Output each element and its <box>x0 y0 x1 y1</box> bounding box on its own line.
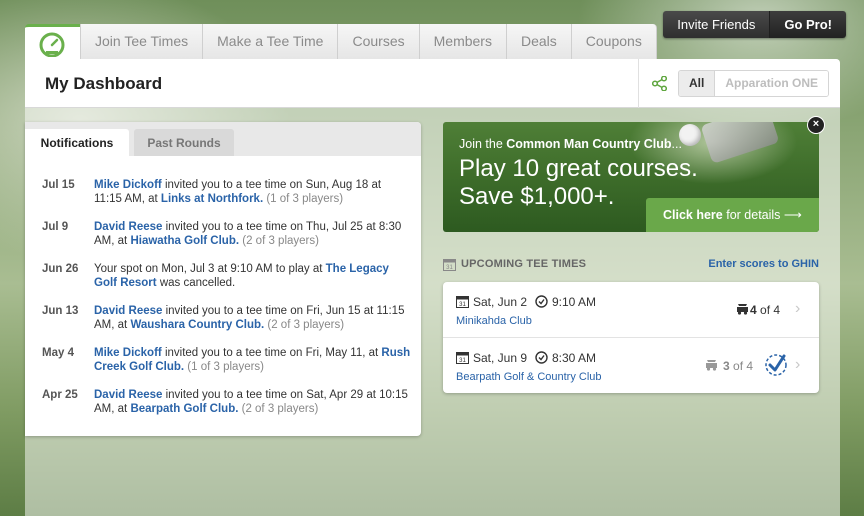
player-count: (2 of 3 players) <box>238 403 319 415</box>
course-link[interactable]: Hiawatha Golf Club. <box>130 235 239 247</box>
speedometer-logo-icon <box>39 32 65 57</box>
notifications-card: Notifications Past Rounds Jul 15 Mike Di… <box>25 122 421 436</box>
tee-time: 8:30 AM <box>552 351 597 365</box>
notification-date: Jul 9 <box>42 221 69 233</box>
notification-message: Your spot on Mon, Jul 3 at 9:10 AM to pl… <box>94 262 412 290</box>
notification-date: Jul 15 <box>42 179 75 191</box>
logo[interactable] <box>25 24 80 59</box>
player-count: 3 of 4 <box>723 359 754 373</box>
dashboard-body: My Dashboard All Apparation ONE Notifica… <box>25 59 840 516</box>
tab-make-a-tee-time[interactable]: Make a Tee Time <box>202 24 338 59</box>
golf-cart-icon <box>737 304 748 315</box>
notifications-tabs: Notifications Past Rounds <box>25 122 421 156</box>
notification-date: Jun 13 <box>42 305 79 317</box>
tab-members[interactable]: Members <box>418 24 506 59</box>
notification-message: David Reese invited you to a tee time on… <box>94 304 412 332</box>
player-count: (1 of 3 players) <box>184 361 265 373</box>
golf-ball-graphic <box>679 124 701 146</box>
member-link[interactable]: David Reese <box>94 389 162 401</box>
notification-text: invited you to a tee time on Fri, May 11… <box>161 347 382 359</box>
golf-cart-icon <box>706 360 717 371</box>
clock-check-icon <box>535 351 548 364</box>
tee-date: Sat, Jun 9 <box>473 351 528 365</box>
player-count: (2 of 3 players) <box>239 235 319 247</box>
calendar-icon: 31 <box>443 259 456 271</box>
notification-message: David Reese invited you to a tee time on… <box>94 220 412 248</box>
notification-message: Mike Dickoff invited you to a tee time o… <box>94 178 412 206</box>
svg-text:31: 31 <box>459 358 466 364</box>
tab-coupons[interactable]: Coupons <box>570 24 657 59</box>
share-icon <box>652 76 667 91</box>
clock-check-icon <box>535 295 548 308</box>
tab-past-rounds[interactable]: Past Rounds <box>134 129 234 156</box>
tab-deals[interactable]: Deals <box>505 24 571 59</box>
filter-all[interactable]: All <box>679 71 716 96</box>
notification-message: Mike Dickoff invited you to a tee time o… <box>94 346 412 374</box>
filter-apparation-one[interactable]: Apparation ONE <box>715 71 829 96</box>
svg-text:31: 31 <box>459 302 466 308</box>
player-count: (2 of 3 players) <box>264 319 345 331</box>
tee-course-link[interactable]: Bearpath Golf & Country Club <box>456 371 602 383</box>
tee-time-row[interactable]: 31 Sat, Jun 9 8:30 AM Bearpath Golf & Co… <box>443 337 819 392</box>
promo-banner[interactable]: Join the Common Man Country Club... Play… <box>443 122 819 232</box>
dashboard-panel: Join Tee Times Make a Tee Time Courses M… <box>25 24 840 516</box>
tab-notifications[interactable]: Notifications <box>25 129 129 156</box>
course-link[interactable]: Links at Northfork. <box>161 193 263 205</box>
tee-date: Sat, Jun 2 <box>473 295 528 309</box>
course-link[interactable]: Bearpath Golf Club. <box>130 403 238 415</box>
notification-date: May 4 <box>42 347 74 359</box>
promo-intro: Join the Common Man Country Club... <box>459 137 682 151</box>
main-nav: Join Tee Times Make a Tee Time Courses M… <box>25 24 657 59</box>
close-icon[interactable]: × <box>807 116 825 134</box>
upcoming-list: 31 Sat, Jun 2 9:10 AM Minikahda Club 4 o… <box>443 282 819 393</box>
upcoming-header: 31 UPCOMING TEE TIMES Enter scores to GH… <box>443 257 819 273</box>
promo-details-button[interactable]: Click here for details ⟶ <box>646 198 819 232</box>
notification-date: Jun 26 <box>42 263 79 275</box>
tee-course-link[interactable]: Minikahda Club <box>456 315 532 327</box>
course-link[interactable]: Waushara Country Club. <box>130 319 264 331</box>
share-button[interactable] <box>638 59 678 108</box>
tee-time: 9:10 AM <box>552 295 597 309</box>
dashboard-header: My Dashboard All Apparation ONE <box>25 59 840 108</box>
chevron-right-icon: › <box>795 300 801 317</box>
calendar-icon: 31 <box>456 296 469 308</box>
member-link[interactable]: Mike Dickoff <box>94 179 162 191</box>
tee-time-row[interactable]: 31 Sat, Jun 2 9:10 AM Minikahda Club 4 o… <box>443 282 819 337</box>
member-link[interactable]: Mike Dickoff <box>94 347 162 359</box>
player-count: 4 of 4 <box>750 303 781 317</box>
golf-club-graphic <box>700 122 780 164</box>
notification-message: David Reese invited you to a tee time on… <box>94 388 412 416</box>
member-link[interactable]: David Reese <box>94 305 162 317</box>
tab-courses[interactable]: Courses <box>337 24 419 59</box>
svg-text:31: 31 <box>446 265 453 271</box>
player-count: (1 of 3 players) <box>263 193 344 205</box>
upcoming-title: UPCOMING TEE TIMES <box>461 258 587 270</box>
enter-scores-link[interactable]: Enter scores to GHIN <box>708 258 819 270</box>
chevron-right-icon: › <box>795 356 801 373</box>
page-title: My Dashboard <box>45 74 163 93</box>
member-link[interactable]: David Reese <box>94 221 162 233</box>
checkmark-icon <box>765 354 787 376</box>
notification-date: Apr 25 <box>42 389 78 401</box>
notification-suffix: was cancelled. <box>156 277 236 289</box>
group-filter: All Apparation ONE <box>678 70 830 97</box>
tab-join-tee-times[interactable]: Join Tee Times <box>80 24 203 59</box>
notification-text: Your spot on Mon, Jul 3 at 9:10 AM to pl… <box>94 263 326 275</box>
calendar-icon: 31 <box>456 352 469 364</box>
